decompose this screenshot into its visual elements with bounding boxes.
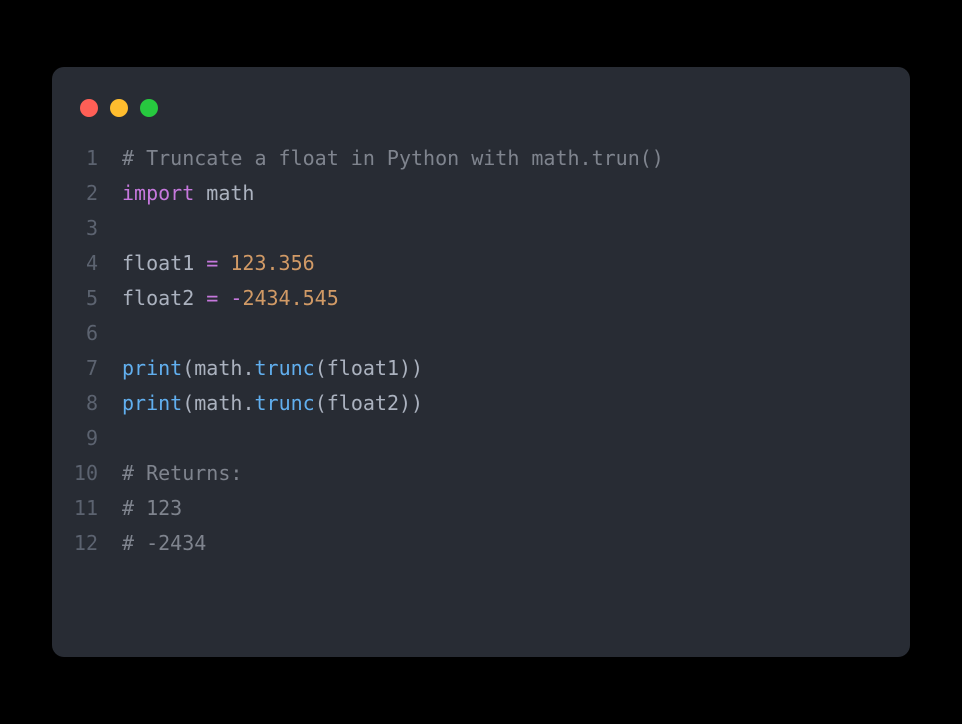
line-content: # 123 (122, 491, 182, 526)
line-number: 4 (52, 246, 122, 281)
code-token: float1 (122, 251, 206, 275)
code-line: 2import math (52, 176, 910, 211)
line-content: import math (122, 176, 254, 211)
code-line: 3 (52, 211, 910, 246)
line-number: 6 (52, 316, 122, 351)
line-content: # Returns: (122, 456, 242, 491)
window-titlebar (52, 91, 910, 141)
code-token: math (194, 356, 242, 380)
code-token: = (206, 251, 218, 275)
code-token: math (194, 181, 254, 205)
code-token: . (242, 356, 254, 380)
line-number: 5 (52, 281, 122, 316)
code-token: = (206, 286, 218, 310)
code-token: # Truncate a float in Python with math.t… (122, 146, 664, 170)
code-line: 7print(math.trunc(float1)) (52, 351, 910, 386)
code-line: 11# 123 (52, 491, 910, 526)
code-token: )) (399, 391, 423, 415)
code-token: ( (315, 391, 327, 415)
code-token: ( (182, 356, 194, 380)
code-line: 6 (52, 316, 910, 351)
code-token (218, 251, 230, 275)
line-number: 3 (52, 211, 122, 246)
maximize-icon[interactable] (140, 99, 158, 117)
code-token: ( (315, 356, 327, 380)
line-number: 9 (52, 421, 122, 456)
code-token: 123.356 (230, 251, 314, 275)
minimize-icon[interactable] (110, 99, 128, 117)
line-number: 1 (52, 141, 122, 176)
code-token: import (122, 181, 194, 205)
code-token: - (230, 286, 242, 310)
code-line: 12# -2434 (52, 526, 910, 561)
line-content: print(math.trunc(float1)) (122, 351, 423, 386)
line-number: 10 (52, 456, 122, 491)
line-content: print(math.trunc(float2)) (122, 386, 423, 421)
close-icon[interactable] (80, 99, 98, 117)
code-token: trunc (254, 356, 314, 380)
code-token: # Returns: (122, 461, 242, 485)
code-token (218, 286, 230, 310)
line-number: 11 (52, 491, 122, 526)
line-number: 12 (52, 526, 122, 561)
code-token: math (194, 391, 242, 415)
code-token: 2434.545 (242, 286, 338, 310)
code-line: 4float1 = 123.356 (52, 246, 910, 281)
code-line: 1# Truncate a float in Python with math.… (52, 141, 910, 176)
code-token: . (242, 391, 254, 415)
code-token: print (122, 391, 182, 415)
code-token: float2 (122, 286, 206, 310)
code-line: 10# Returns: (52, 456, 910, 491)
code-token: print (122, 356, 182, 380)
code-window: 1# Truncate a float in Python with math.… (52, 67, 910, 657)
code-line: 8print(math.trunc(float2)) (52, 386, 910, 421)
line-number: 2 (52, 176, 122, 211)
code-token: trunc (254, 391, 314, 415)
line-content: float2 = -2434.545 (122, 281, 339, 316)
code-line: 9 (52, 421, 910, 456)
code-line: 5float2 = -2434.545 (52, 281, 910, 316)
code-token: # -2434 (122, 531, 206, 555)
code-editor[interactable]: 1# Truncate a float in Python with math.… (52, 141, 910, 561)
code-token: # 123 (122, 496, 182, 520)
line-content: float1 = 123.356 (122, 246, 315, 281)
line-content: # Truncate a float in Python with math.t… (122, 141, 664, 176)
line-number: 8 (52, 386, 122, 421)
code-token: ( (182, 391, 194, 415)
code-token: float2 (327, 391, 399, 415)
line-content: # -2434 (122, 526, 206, 561)
code-token: )) (399, 356, 423, 380)
code-token: float1 (327, 356, 399, 380)
line-number: 7 (52, 351, 122, 386)
